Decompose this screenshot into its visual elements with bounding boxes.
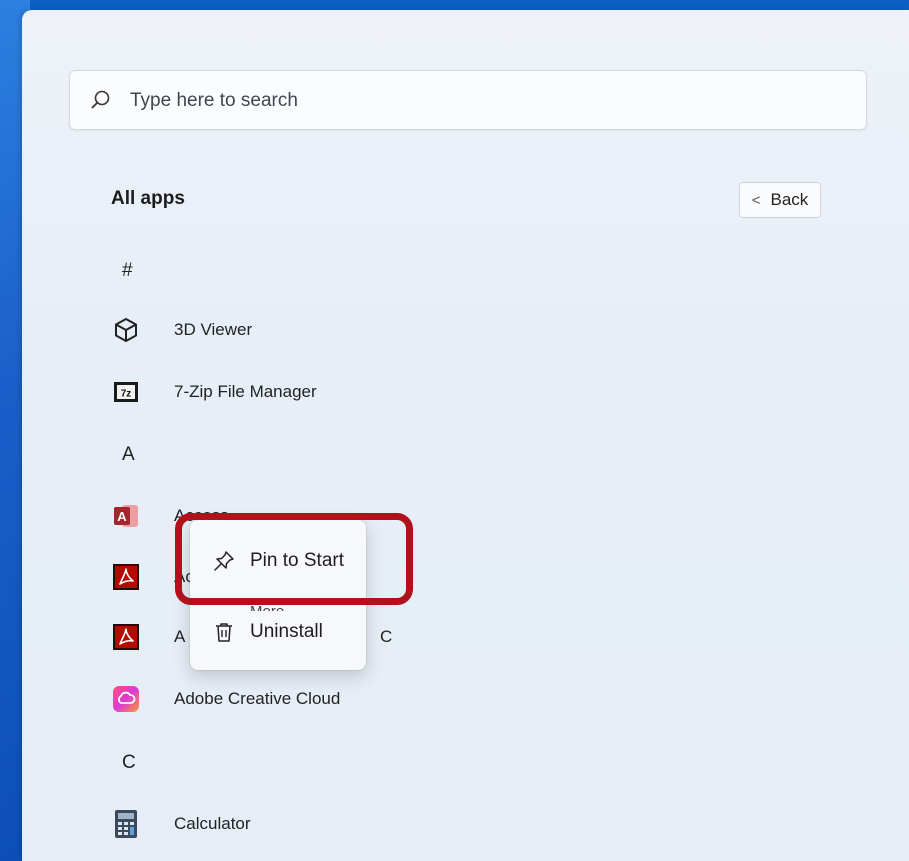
section-letter-a[interactable]: A [122,444,135,466]
section-letter-c[interactable]: C [122,752,136,774]
search-icon [91,90,110,109]
acrobat-icon [112,623,140,651]
app-label-suffix: C [380,627,393,646]
acrobat-icon [112,563,140,591]
annotation-highlight-box [175,513,413,605]
app-item-7zip[interactable]: 7z 7-Zip File Manager [104,370,424,414]
back-label: Back [770,190,809,209]
search-box[interactable] [69,70,867,131]
svg-text:A: A [117,509,127,524]
cube-icon [112,316,140,344]
search-input[interactable] [128,71,832,131]
trash-icon [216,623,232,642]
creative-cloud-icon [112,685,140,713]
app-label: Calculator [174,814,251,833]
app-label: A [174,627,186,646]
access-icon: A [112,502,140,530]
app-item-3d-viewer[interactable]: 3D Viewer [104,308,424,352]
svg-text:7z: 7z [121,389,132,400]
calculator-icon [112,810,140,838]
back-button[interactable]: < Back [739,182,821,218]
app-label: 7-Zip File Manager [174,382,317,401]
app-item-calculator[interactable]: Calculator [104,802,424,846]
section-letter-hash[interactable]: # [122,260,133,282]
app-label: 3D Viewer [174,320,253,339]
app-item-adobe-creative-cloud[interactable]: Adobe Creative Cloud [104,677,424,721]
start-menu: All apps < Back # 3D Viewer 7z 7-Zip Fil… [22,10,909,861]
menu-label: Uninstall [250,621,323,642]
chevron-left-icon: < [751,191,761,209]
app-label: Adobe Creative Cloud [174,689,341,708]
page-title: All apps [111,188,185,209]
7zip-icon: 7z [112,378,140,406]
uninstall-menu-item[interactable]: Uninstall [190,608,366,656]
